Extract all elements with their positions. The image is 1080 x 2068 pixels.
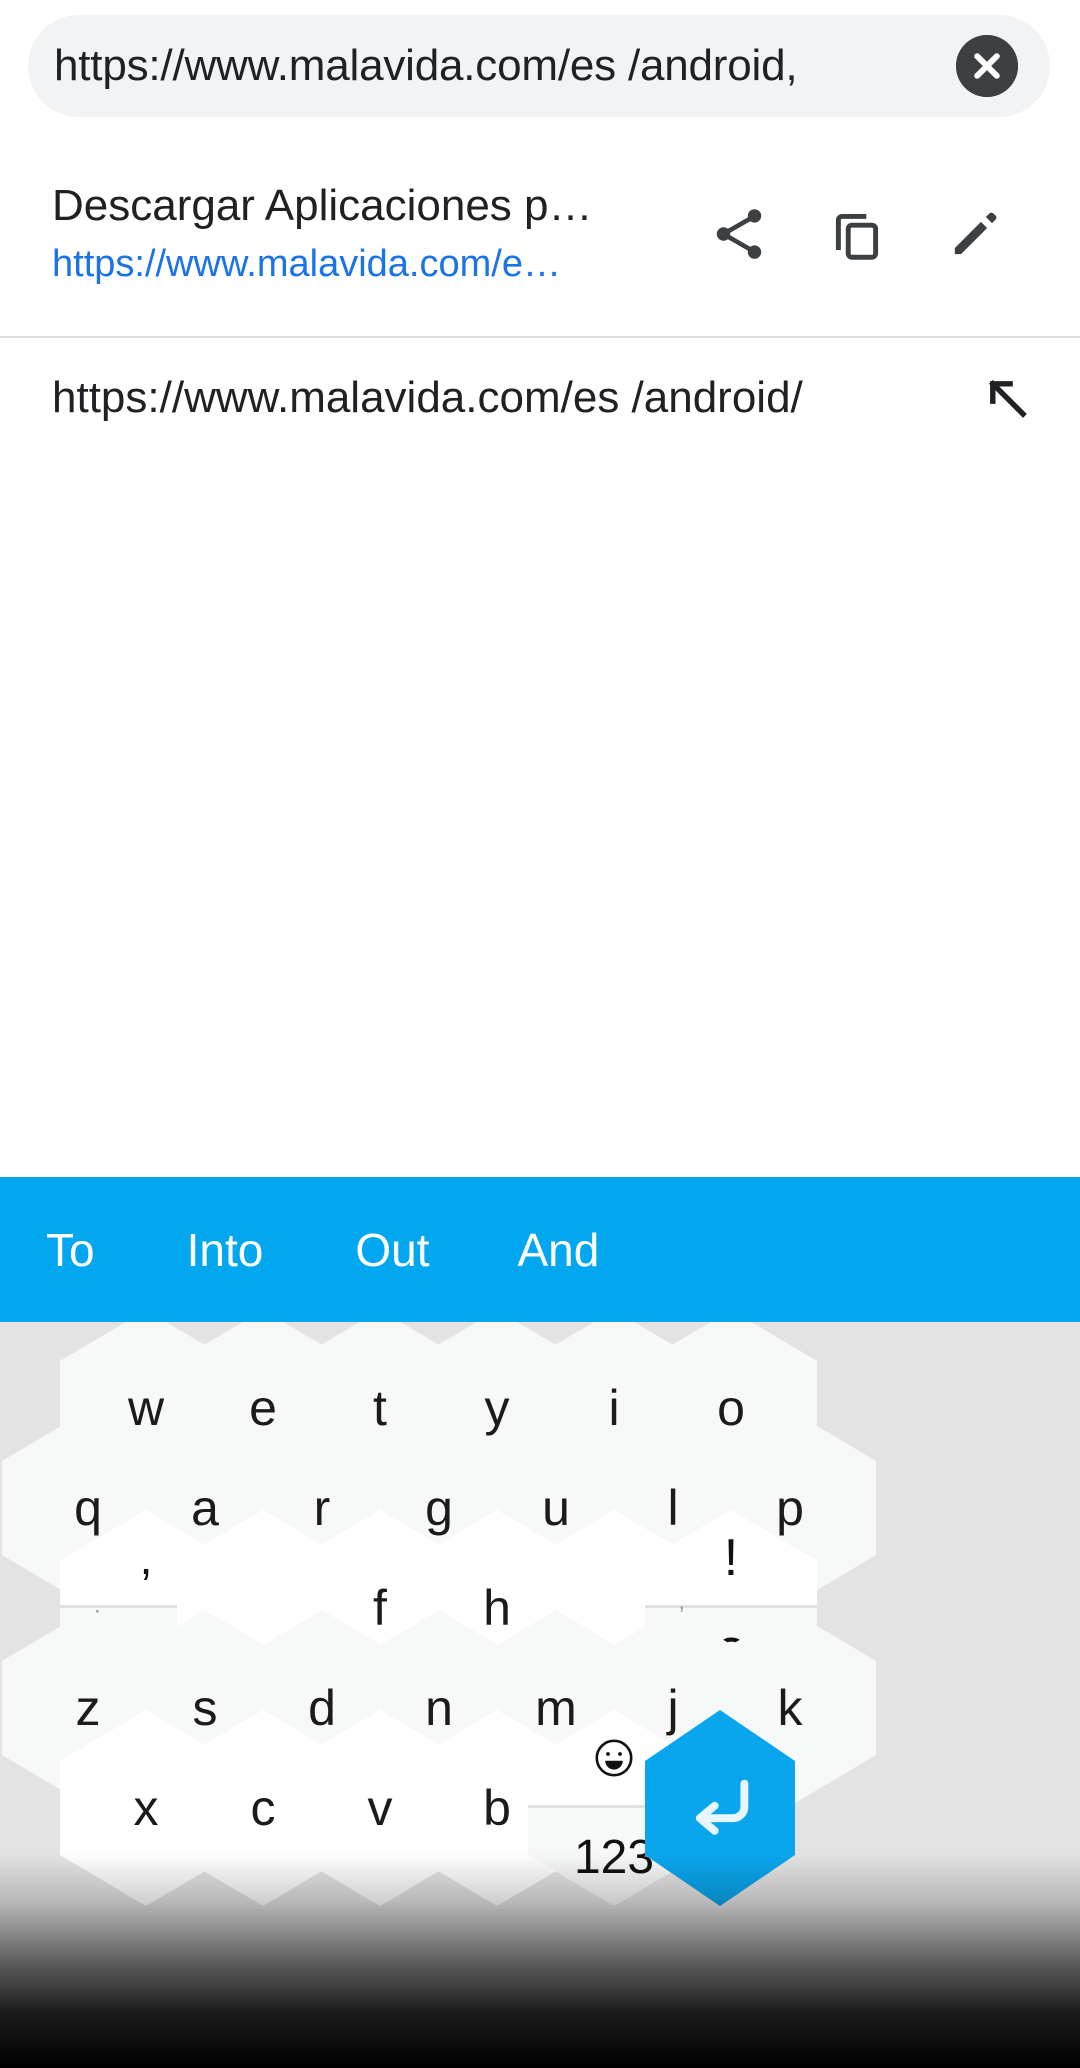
browser-omnibox-screen: https://www.malavida.com/es /android, De… [0, 0, 1080, 2068]
edit-icon[interactable] [916, 175, 1034, 293]
suggestion-url: https://www.malavida.com/e… [52, 243, 561, 285]
fill-query-arrow-icon[interactable] [952, 343, 1062, 453]
suggestion-url-plain: https://www.malavida.com/es /android/ [52, 373, 803, 422]
hex-keyboard: w e t y i o q a r g u l p , ; . : f h [0, 1322, 1080, 2068]
numeric-mode-label: 123 [573, 1830, 655, 1884]
enter-arrow-icon [695, 1779, 749, 1835]
copy-icon[interactable] [798, 175, 916, 293]
comma-glyph: , [139, 1531, 153, 1584]
exclamation-glyph: ! [723, 1528, 739, 1587]
word-suggestion-0[interactable]: To [46, 1223, 95, 1277]
word-suggestion-3[interactable]: And [517, 1223, 599, 1277]
suggestion-title: Descargar Aplicaciones p… [52, 181, 593, 230]
share-icon[interactable] [680, 175, 798, 293]
close-circle-icon[interactable] [956, 35, 1018, 97]
suggestion-text-block: Descargar Aplicaciones p… https://www.ma… [52, 178, 672, 290]
url-input-bar[interactable]: https://www.malavida.com/es /android, [28, 15, 1050, 117]
word-suggestion-1[interactable]: Into [187, 1223, 264, 1277]
suggestion-empty-area [0, 458, 1080, 1177]
suggestion-actions [680, 175, 1034, 293]
omnibox-container: https://www.malavida.com/es /android, [0, 0, 1080, 131]
word-suggestion-2[interactable]: Out [355, 1223, 429, 1277]
suggestion-row-url[interactable]: https://www.malavida.com/es /android/ [0, 338, 1080, 458]
suggestion-row-bookmark[interactable]: Descargar Aplicaciones p… https://www.ma… [0, 131, 1080, 337]
url-input[interactable]: https://www.malavida.com/es /android, [54, 41, 946, 91]
keyboard-suggestion-strip: To Into Out And [0, 1177, 1080, 1322]
